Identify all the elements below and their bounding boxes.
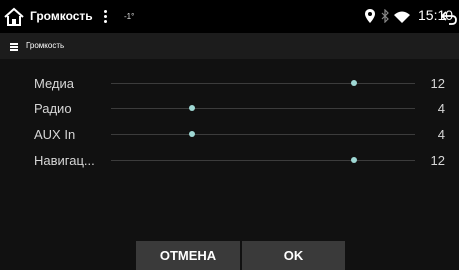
- slider-label: Радио: [34, 101, 72, 116]
- cancel-button[interactable]: ОТМЕНА: [136, 241, 240, 270]
- home-icon[interactable]: [3, 7, 25, 27]
- slider-thumb[interactable]: [189, 105, 196, 111]
- volume-slider-media[interactable]: [111, 80, 415, 86]
- volume-slider-radio[interactable]: [111, 105, 415, 111]
- volume-panel: Медиа 12 Радио 4 AUX In 4 Навигац... 12: [0, 59, 459, 270]
- back-icon[interactable]: [441, 9, 457, 25]
- toolbar-title: Громкость: [26, 41, 65, 50]
- ok-button[interactable]: OK: [242, 241, 345, 270]
- toolbar: Громкость: [0, 33, 459, 59]
- volume-row-navigation: Навигац... 12: [0, 149, 459, 173]
- overflow-menu-icon[interactable]: [104, 10, 108, 24]
- slider-label: AUX In: [34, 127, 76, 142]
- slider-thumb[interactable]: [351, 157, 358, 163]
- slider-thumb[interactable]: [351, 80, 358, 86]
- menu-icon[interactable]: [10, 43, 18, 51]
- slider-value: 4: [437, 127, 445, 142]
- bluetooth-icon: [381, 9, 389, 23]
- slider-label: Навигац...: [34, 153, 95, 168]
- status-bar: Громкость -1° 15:10: [0, 0, 459, 33]
- volume-row-media: Медиа 12: [0, 72, 459, 96]
- location-icon: [365, 9, 375, 23]
- volume-row-radio: Радио 4: [0, 97, 459, 121]
- app-title: Громкость: [30, 9, 93, 23]
- temperature-readout: -1°: [124, 12, 135, 21]
- slider-value: 12: [430, 153, 445, 168]
- slider-value: 12: [430, 76, 445, 91]
- slider-label: Медиа: [34, 76, 74, 91]
- volume-slider-navigation[interactable]: [111, 157, 415, 163]
- slider-value: 4: [437, 101, 445, 116]
- volume-row-aux: AUX In 4: [0, 123, 459, 147]
- slider-thumb[interactable]: [189, 131, 196, 137]
- volume-slider-aux[interactable]: [111, 131, 415, 137]
- wifi-icon: [394, 11, 410, 23]
